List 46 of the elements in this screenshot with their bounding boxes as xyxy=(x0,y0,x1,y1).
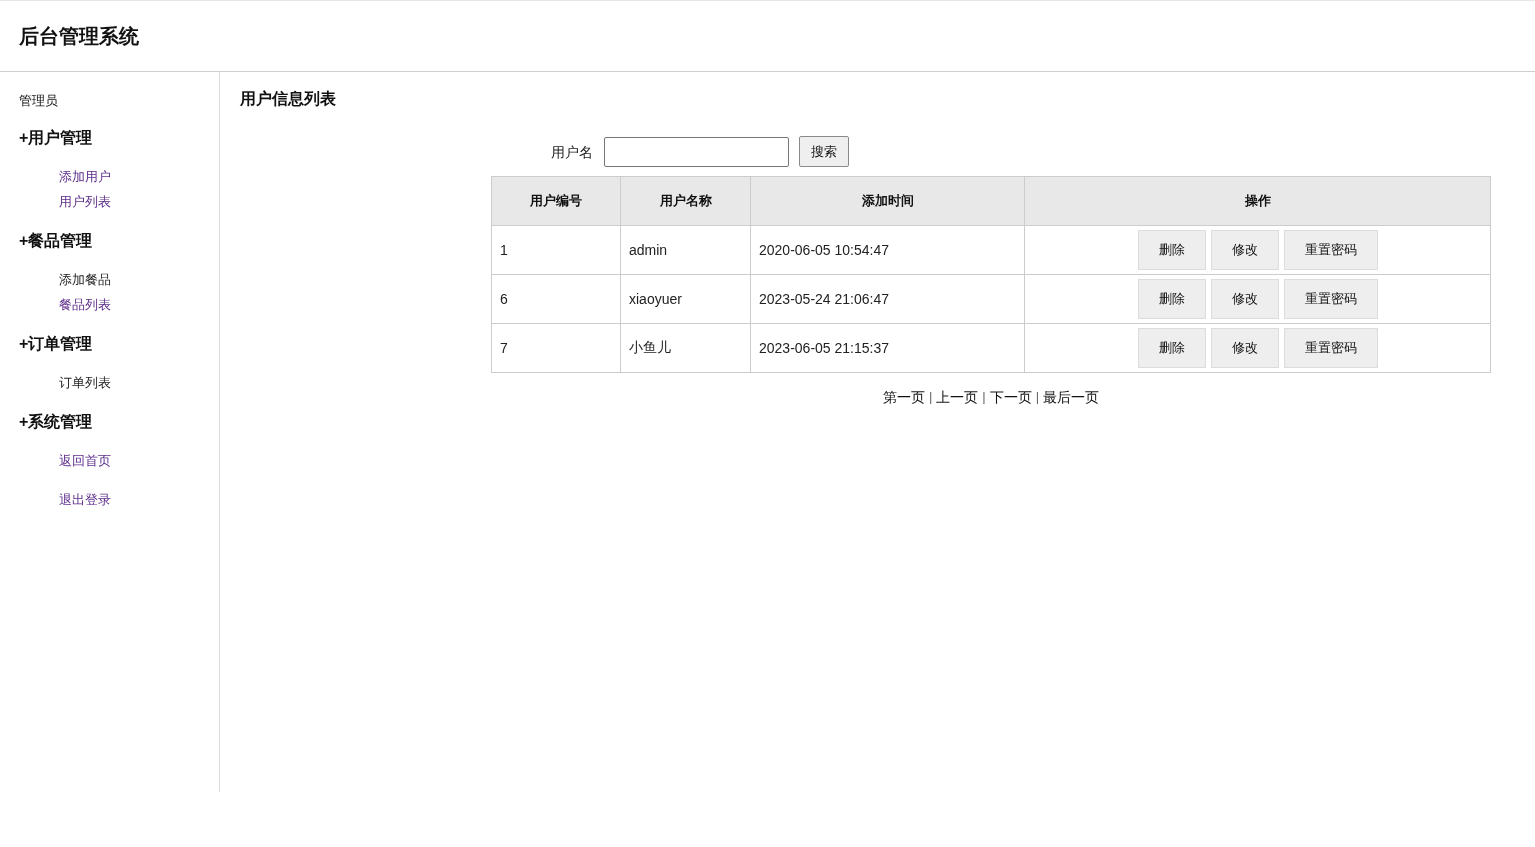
sidebar-link[interactable]: 订单列表 xyxy=(59,370,111,395)
sidebar-link[interactable]: 添加用户 xyxy=(59,164,111,189)
pager-link[interactable]: 上一页 xyxy=(936,387,979,407)
action-button[interactable]: 重置密码 xyxy=(1283,279,1378,319)
sidebar-link[interactable]: 添加餐品 xyxy=(59,267,111,292)
table-cell: 小鱼儿 xyxy=(620,323,751,373)
sidebar-link[interactable]: 餐品列表 xyxy=(59,292,111,317)
search-field[interactable] xyxy=(604,136,789,167)
menu-group-heading[interactable]: +订单管理 xyxy=(19,334,93,354)
app-title: 后台管理系统 xyxy=(19,24,139,49)
table-cell: admin xyxy=(620,225,751,275)
search-label: 用户名 xyxy=(551,142,593,162)
action-button[interactable]: 重置密码 xyxy=(1283,230,1378,270)
table-cell: 6 xyxy=(491,274,621,324)
action-button[interactable]: 删除 xyxy=(1137,328,1206,368)
sidebar-link[interactable]: 返回首页 xyxy=(59,448,111,473)
column-header: 用户编号 xyxy=(530,193,582,208)
table-cell: 2023-05-24 21:06:47 xyxy=(750,274,1025,324)
action-button[interactable]: 删除 xyxy=(1137,279,1206,319)
pager-separator: | xyxy=(1035,388,1040,406)
pager-separator: | xyxy=(928,388,933,406)
table-cell: xiaoyuer xyxy=(620,274,751,324)
sidebar-link[interactable]: 退出登录 xyxy=(59,487,111,512)
pager-link[interactable]: 下一页 xyxy=(989,387,1032,407)
sidebar-link[interactable]: 用户列表 xyxy=(59,189,111,214)
table-cell: 1 xyxy=(491,225,621,275)
page-heading: 用户信息列表 xyxy=(240,90,336,107)
table-cell: 7 xyxy=(491,323,621,373)
menu-group-heading[interactable]: +餐品管理 xyxy=(19,231,93,251)
table-cell: 2023-06-05 21:15:37 xyxy=(750,323,1025,373)
search-button[interactable]: 搜索 xyxy=(799,136,849,167)
pager-link[interactable]: 最后一页 xyxy=(1043,387,1100,407)
column-header: 添加时间 xyxy=(861,193,914,208)
menu-group-heading[interactable]: +系统管理 xyxy=(19,412,93,432)
pager-separator: | xyxy=(982,388,986,406)
column-header: 用户名称 xyxy=(659,193,712,208)
pager-link[interactable]: 第一页 xyxy=(882,387,925,407)
action-button[interactable]: 删除 xyxy=(1137,230,1206,270)
menu-group-heading[interactable]: +用户管理 xyxy=(19,128,93,148)
user-role-label: 管理员 xyxy=(19,92,58,110)
table-cell: 2020-06-05 10:54:47 xyxy=(750,225,1025,275)
action-button[interactable]: 修改 xyxy=(1210,328,1279,368)
action-button[interactable]: 重置密码 xyxy=(1283,328,1378,368)
column-header: 操作 xyxy=(1244,193,1271,208)
action-button[interactable]: 修改 xyxy=(1210,230,1279,270)
action-button[interactable]: 修改 xyxy=(1210,279,1279,319)
